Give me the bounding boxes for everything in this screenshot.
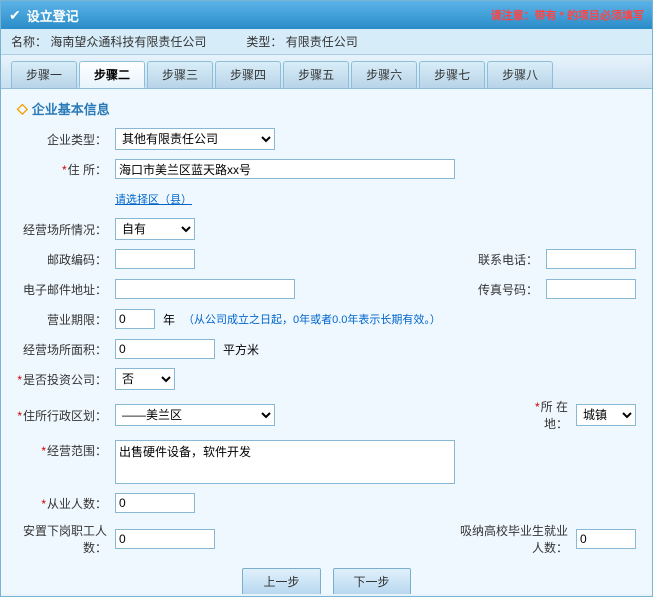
location-label: 所 在 地：: [513, 398, 568, 432]
tab-step8[interactable]: 步骤八: [487, 61, 553, 88]
company-name-value: 海南望众通科技有限责任公司: [50, 35, 206, 49]
postal-code-input[interactable]: [115, 249, 195, 269]
scope-label: 经营范围：: [17, 440, 107, 459]
company-type-info: 类型： 有限责任公司: [246, 33, 357, 50]
title-bar: ✔ 设立登记 请注意：带有 * 的项目必须填写: [1, 1, 652, 29]
area-label: 经营场所面积：: [17, 341, 107, 358]
area-row: 经营场所面积： 平方米: [17, 338, 636, 360]
hire-graduates-input[interactable]: [576, 529, 636, 549]
employees-label: 从业人数：: [17, 495, 107, 512]
tabs-bar: 步骤一 步骤二 步骤三 步骤四 步骤五 步骤六 步骤七 步骤八: [1, 55, 652, 89]
address-row: 住 所：: [17, 158, 636, 180]
business-term-unit: 年: [163, 311, 175, 328]
operation-status-select[interactable]: 自有: [115, 218, 195, 240]
hire-graduates-label: 吸纳高校毕业生就业人数：: [458, 522, 568, 556]
employees-row: 从业人数：: [17, 492, 636, 514]
email-input[interactable]: [115, 279, 295, 299]
invest-label: 是否投资公司：: [17, 371, 107, 388]
district-select[interactable]: ——美兰区: [115, 404, 275, 426]
address-link-row: 请选择区（县）: [17, 188, 636, 210]
tab-step4[interactable]: 步骤四: [215, 61, 281, 88]
phone-label: 联系电话：: [478, 251, 538, 268]
window-title: 设立登记: [27, 6, 79, 25]
operation-status-label: 经营场所情况：: [17, 221, 107, 238]
employees-input[interactable]: [115, 493, 195, 513]
window-icon: ✔: [9, 7, 21, 24]
section-title: ◇ 企业基本信息: [17, 99, 636, 118]
button-bar: 上一步 下一步: [17, 568, 636, 594]
invest-select[interactable]: 否: [115, 368, 175, 390]
notice-text: 请注意：带有 * 的项目必须填写: [491, 7, 644, 23]
fax-input[interactable]: [546, 279, 636, 299]
scope-textarea[interactable]: 出售硬件设备，软件开发: [115, 440, 455, 484]
business-term-input[interactable]: [115, 309, 155, 329]
company-type-select[interactable]: 其他有限责任公司: [115, 128, 275, 150]
operation-status-row: 经营场所情况： 自有: [17, 218, 636, 240]
business-term-hint: （从公司成立之日起，0年或者0.0年表示长期有效。）: [183, 311, 441, 327]
postal-phone-row: 邮政编码： 联系电话：: [17, 248, 636, 270]
next-button[interactable]: 下一步: [333, 568, 411, 594]
tab-step7[interactable]: 步骤七: [419, 61, 485, 88]
location-select[interactable]: 城镇: [576, 404, 636, 426]
postal-code-label: 邮政编码：: [17, 251, 107, 268]
district-label: 住所行政区划：: [17, 407, 107, 424]
address-label: 住 所：: [17, 161, 107, 178]
district-location-row: 住所行政区划： ——美兰区 所 在 地： 城镇: [17, 398, 636, 432]
company-name-label: 名称： 海南望众通科技有限责任公司: [11, 33, 206, 50]
company-type-row: 企业类型： 其他有限责任公司: [17, 128, 636, 150]
company-type-label: 企业类型：: [17, 131, 107, 148]
form: 企业类型： 其他有限责任公司 住 所： 请选择区（县） 经营场所情况： 自有: [17, 128, 636, 556]
tab-step2[interactable]: 步骤二: [79, 61, 145, 88]
settle-workers-input[interactable]: [115, 529, 215, 549]
company-type-value: 有限责任公司: [286, 35, 358, 49]
address-input[interactable]: [115, 159, 455, 179]
email-fax-row: 电子邮件地址： 传真号码：: [17, 278, 636, 300]
scope-row: 经营范围： 出售硬件设备，软件开发: [17, 440, 636, 484]
phone-input[interactable]: [546, 249, 636, 269]
business-term-row: 营业期限： 年 （从公司成立之日起，0年或者0.0年表示长期有效。）: [17, 308, 636, 330]
diamond-icon: ◇: [17, 100, 28, 117]
main-window: ✔ 设立登记 请注意：带有 * 的项目必须填写 名称： 海南望众通科技有限责任公…: [0, 0, 653, 597]
email-label: 电子邮件地址：: [17, 281, 107, 298]
fax-label: 传真号码：: [478, 281, 538, 298]
tab-step3[interactable]: 步骤三: [147, 61, 213, 88]
workers-graduates-row: 安置下岗职工人数： 吸纳高校毕业生就业人数：: [17, 522, 636, 556]
tab-step1[interactable]: 步骤一: [11, 61, 77, 88]
settle-workers-label: 安置下岗职工人数：: [17, 522, 107, 556]
tab-step5[interactable]: 步骤五: [283, 61, 349, 88]
address-district-link[interactable]: 请选择区（县）: [115, 191, 192, 207]
content-area: ◇ 企业基本信息 企业类型： 其他有限责任公司 住 所： 请选择区（县）: [1, 89, 652, 594]
area-unit: 平方米: [223, 341, 259, 358]
info-bar: 名称： 海南望众通科技有限责任公司 类型： 有限责任公司: [1, 29, 652, 55]
invest-row: 是否投资公司： 否: [17, 368, 636, 390]
area-input[interactable]: [115, 339, 215, 359]
business-term-label: 营业期限：: [17, 311, 107, 328]
tab-step6[interactable]: 步骤六: [351, 61, 417, 88]
prev-button[interactable]: 上一步: [242, 568, 320, 594]
